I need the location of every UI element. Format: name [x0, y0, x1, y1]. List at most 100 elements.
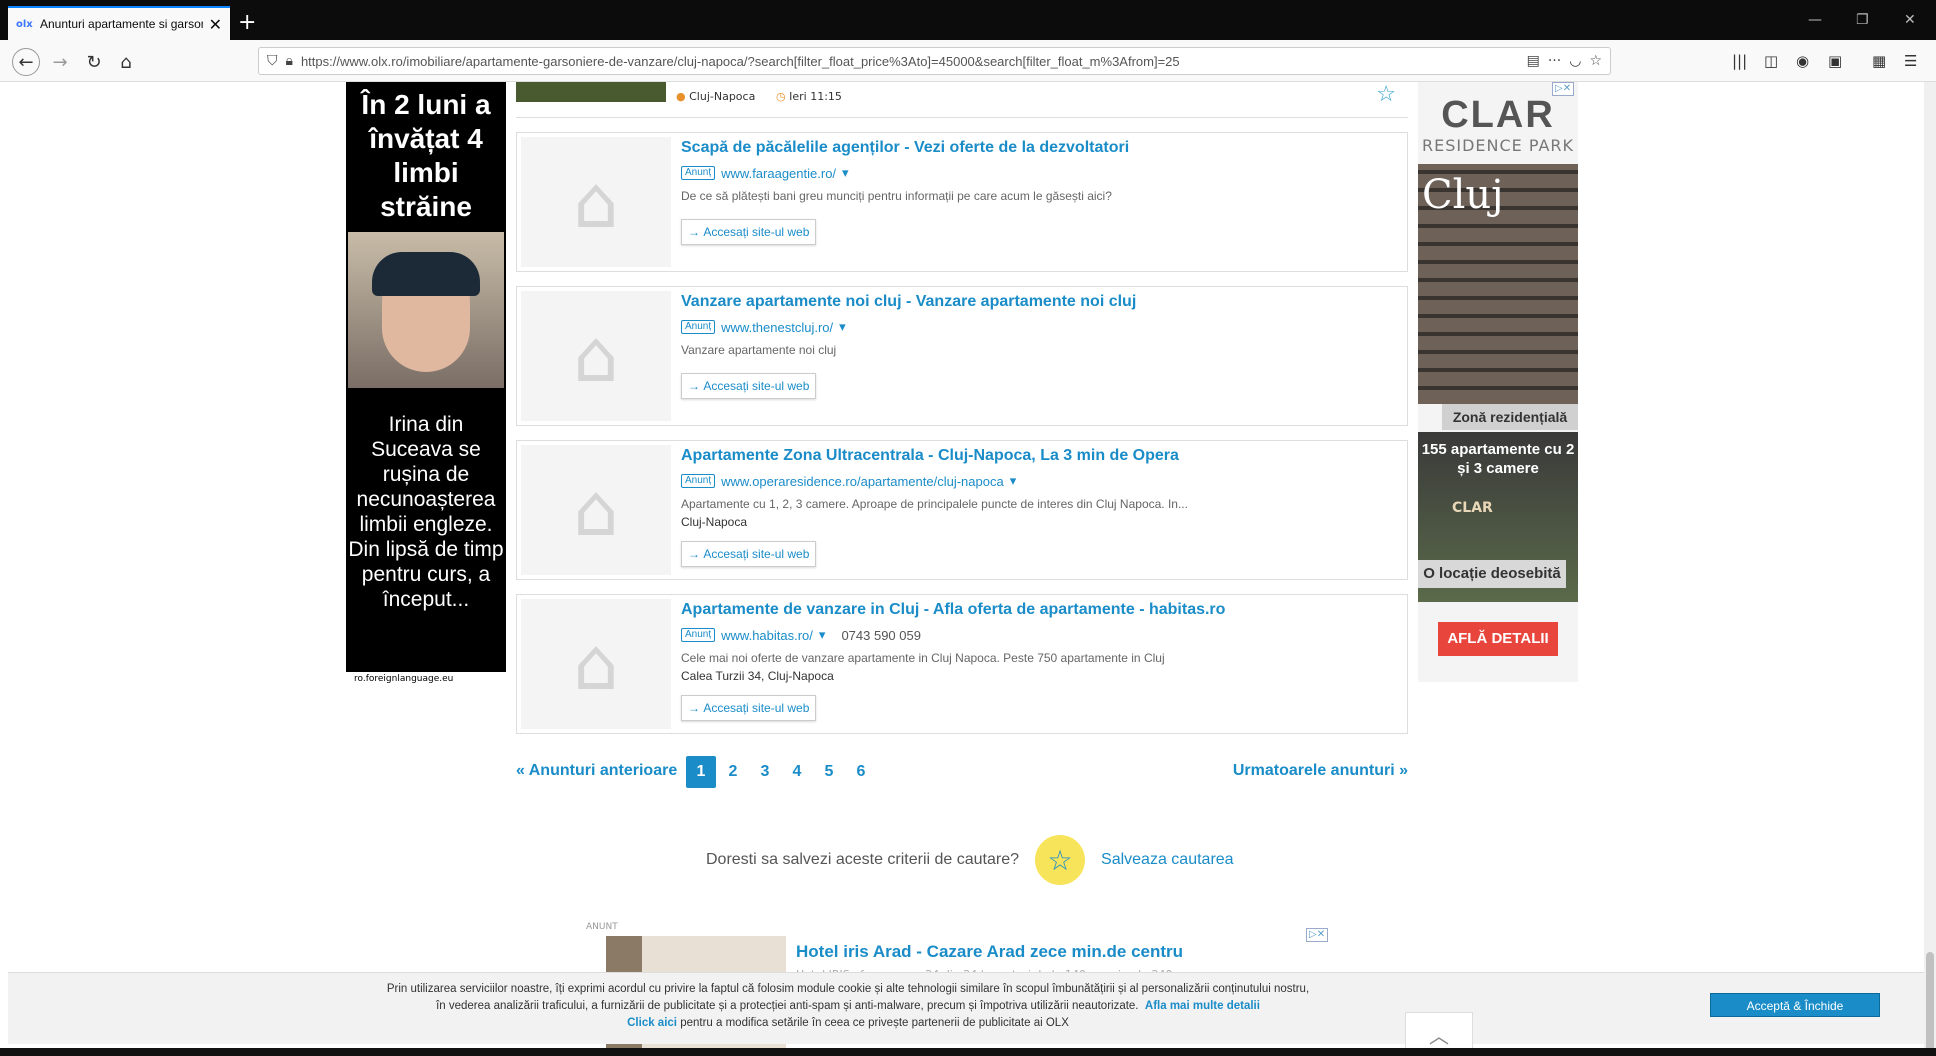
listing-thumbnail[interactable]	[516, 82, 666, 102]
afla-detalii-button[interactable]: AFLĂ DETALII	[1438, 622, 1558, 656]
left-ad-body: Irina din Suceava se rușina de necunoașt…	[348, 413, 504, 611]
ad-choices-icon[interactable]: ▷✕	[1306, 928, 1329, 942]
page-actions-icon[interactable]: ···	[1548, 53, 1561, 69]
arrow-right-icon: →	[688, 701, 704, 715]
visit-site-button[interactable]: → Accesați site-ul web	[681, 695, 817, 721]
save-search-question: Doresti sa salvezi aceste criterii de ca…	[706, 851, 1020, 868]
close-window-icon[interactable]: ✕	[1904, 12, 1916, 28]
bottom-ad-title[interactable]: Hotel iris Arad - Cazare Arad zece min.d…	[796, 942, 1183, 962]
clar-logo: CLAR	[1441, 94, 1555, 136]
click-here-link[interactable]: Click aici	[627, 1017, 677, 1029]
ad-url[interactable]: www.habitas.ro/	[721, 628, 813, 643]
ad-url-line[interactable]: Anunț www.thenestcluj.ro/ ▾	[681, 319, 846, 335]
chevron-down-icon[interactable]: ▾	[842, 165, 849, 181]
url-bar[interactable]: ⛉ 🔒︎ https://www.olx.ro/imobiliare/apart…	[258, 47, 1611, 75]
next-page-link[interactable]: Urmatoarele anunturi »	[1233, 762, 1408, 780]
ad-address: Cluj-Napoca	[681, 515, 748, 529]
page-link-1[interactable]: 1	[686, 756, 716, 788]
ad-url-line[interactable]: Anunț www.habitas.ro/ ▾ 0743 590 059	[681, 627, 921, 643]
reader-view-icon[interactable]: ▤	[1527, 53, 1540, 69]
back-icon[interactable]: ←	[12, 48, 40, 76]
ad-badge: Anunț	[681, 166, 716, 180]
sidebar-icon[interactable]: ◫	[1764, 52, 1778, 70]
ad-url[interactable]: www.faraagentie.ro/	[721, 166, 836, 181]
chevron-down-icon[interactable]: ▾	[819, 627, 826, 643]
right-ad-locatie: O locație deosebită	[1418, 560, 1566, 588]
placeholder-house-icon: ⌂	[521, 599, 671, 729]
ad-title[interactable]: Vanzare apartamente noi cluj - Vanzare a…	[681, 293, 1136, 311]
restore-icon[interactable]: ❐	[1856, 12, 1869, 28]
visit-site-button[interactable]: → Accesați site-ul web	[681, 219, 817, 245]
arrow-right-icon: →	[688, 225, 704, 239]
bookmark-star-icon[interactable]: ☆	[1589, 53, 1602, 69]
sponsored-ad-card[interactable]: ⌂ Apartamente de vanzare in Cluj - Afla …	[516, 594, 1408, 734]
ad-phone[interactable]: 0743 590 059	[841, 628, 921, 643]
scrollbar-thumb[interactable]	[1926, 952, 1934, 1052]
previous-page-link[interactable]: « Anunturi anterioare	[516, 762, 677, 780]
minimize-icon[interactable]: —	[1808, 12, 1822, 28]
ad-url[interactable]: www.thenestcluj.ro/	[721, 320, 833, 335]
ad-badge: Anunț	[681, 474, 716, 488]
active-tab[interactable]: olx Anunturi apartamente si garsoniere ✕	[8, 6, 230, 40]
sponsored-ad-card[interactable]: ⌂ Vanzare apartamente noi cluj - Vanzare…	[516, 286, 1408, 426]
ad-url-line[interactable]: Anunț www.faraagentie.ro/ ▾	[681, 165, 849, 181]
tab-title: Anunturi apartamente si garsoniere	[40, 17, 203, 31]
navigation-bar: ← → ↻ ⌂ ⛉ 🔒︎ https://www.olx.ro/imobilia…	[0, 40, 1936, 82]
visit-site-button[interactable]: → Accesați site-ul web	[681, 373, 817, 399]
extension-icon[interactable]: ▣	[1828, 52, 1842, 70]
shield-icon[interactable]: ⛉	[267, 53, 278, 69]
ad-title[interactable]: Scapă de păcălelile agenților - Vezi ofe…	[681, 139, 1129, 157]
right-ad-small-logo: CLAR	[1452, 500, 1493, 516]
location-pin-icon: ●	[676, 90, 686, 103]
left-banner-ad[interactable]: În 2 luni a învățat 4 limbi străine Irin…	[346, 82, 506, 672]
ad-choices-icon[interactable]: ▷✕	[1552, 82, 1575, 96]
page-link-2[interactable]: 2	[718, 756, 748, 788]
addons-icon[interactable]: ▦	[1872, 52, 1886, 70]
account-icon[interactable]: ◉	[1796, 52, 1809, 70]
visit-site-button[interactable]: → Accesați site-ul web	[681, 541, 817, 567]
new-tab-icon[interactable]: +	[238, 10, 256, 35]
ad-title[interactable]: Apartamente de vanzare in Cluj - Afla of…	[681, 601, 1225, 619]
clar-logo-subtitle: RESIDENCE PARK	[1421, 136, 1575, 155]
reload-icon[interactable]: ↻	[80, 48, 108, 76]
page-link-4[interactable]: 4	[782, 756, 812, 788]
lock-icon[interactable]: 🔒︎	[286, 53, 293, 69]
tab-bar: olx Anunturi apartamente si garsoniere ✕…	[0, 0, 1936, 40]
save-search-star-icon[interactable]: ☆	[1035, 835, 1086, 885]
favorite-star-icon[interactable]: ☆	[1376, 82, 1396, 107]
cookie-text: Prin utilizarea serviciilor noastre, îți…	[386, 983, 1310, 1029]
forward-icon[interactable]: →	[46, 48, 74, 76]
ad-badge: Anunț	[681, 320, 716, 334]
chevron-down-icon[interactable]: ▾	[839, 319, 846, 335]
page-link-6[interactable]: 6	[846, 756, 876, 788]
olx-favicon-icon: olx	[16, 18, 33, 30]
headset-image	[372, 252, 480, 296]
tab-close-icon[interactable]: ✕	[209, 15, 222, 34]
bottom-ad-label: ANUNT	[586, 922, 618, 932]
right-ad-zona: Zonă rezidențială	[1442, 404, 1578, 430]
page-link-5[interactable]: 5	[814, 756, 844, 788]
sponsored-ad-card[interactable]: ⌂ Apartamente Zona Ultracentrala - Cluj-…	[516, 440, 1408, 580]
sponsored-ad-card[interactable]: ⌂ Scapă de păcălelile agenților - Vezi o…	[516, 132, 1408, 272]
chevron-down-icon[interactable]: ▾	[1010, 473, 1017, 489]
placeholder-house-icon: ⌂	[521, 445, 671, 575]
scrollbar[interactable]	[1924, 82, 1936, 1056]
ad-url-line[interactable]: Anunț www.operaresidence.ro/apartamente/…	[681, 473, 1016, 489]
home-icon[interactable]: ⌂	[112, 48, 140, 76]
more-details-link[interactable]: Afla mai multe detalii	[1145, 1000, 1260, 1012]
ad-title[interactable]: Apartamente Zona Ultracentrala - Cluj-Na…	[681, 447, 1179, 465]
accept-close-button[interactable]: Acceptă & Închide	[1710, 993, 1880, 1017]
library-icon[interactable]: |||	[1732, 52, 1747, 70]
page-link-3[interactable]: 3	[750, 756, 780, 788]
save-search-link[interactable]: Salveaza cautarea	[1101, 851, 1234, 869]
ad-description: Cele mai noi oferte de vanzare apartamen…	[681, 651, 1165, 665]
ad-url[interactable]: www.operaresidence.ro/apartamente/cluj-n…	[721, 474, 1004, 489]
pocket-icon[interactable]: ◡	[1569, 53, 1581, 69]
pagination: « Anunturi anterioare 1 2 3 4 5 6 Urmato…	[516, 756, 1408, 788]
left-ad-source[interactable]: ro.foreignlanguage.eu	[354, 674, 453, 684]
url-text[interactable]: https://www.olx.ro/imobiliare/apartament…	[301, 54, 1519, 69]
right-ad-city: Cluj	[1422, 172, 1504, 218]
menu-icon[interactable]: ☰	[1904, 52, 1917, 70]
right-banner-ad[interactable]: CLAR RESIDENCE PARK Cluj Zonă rezidenția…	[1418, 82, 1578, 682]
listing-item[interactable]: ● Cluj-Napoca ◷ Ieri 11:15 ☆	[516, 82, 1408, 118]
